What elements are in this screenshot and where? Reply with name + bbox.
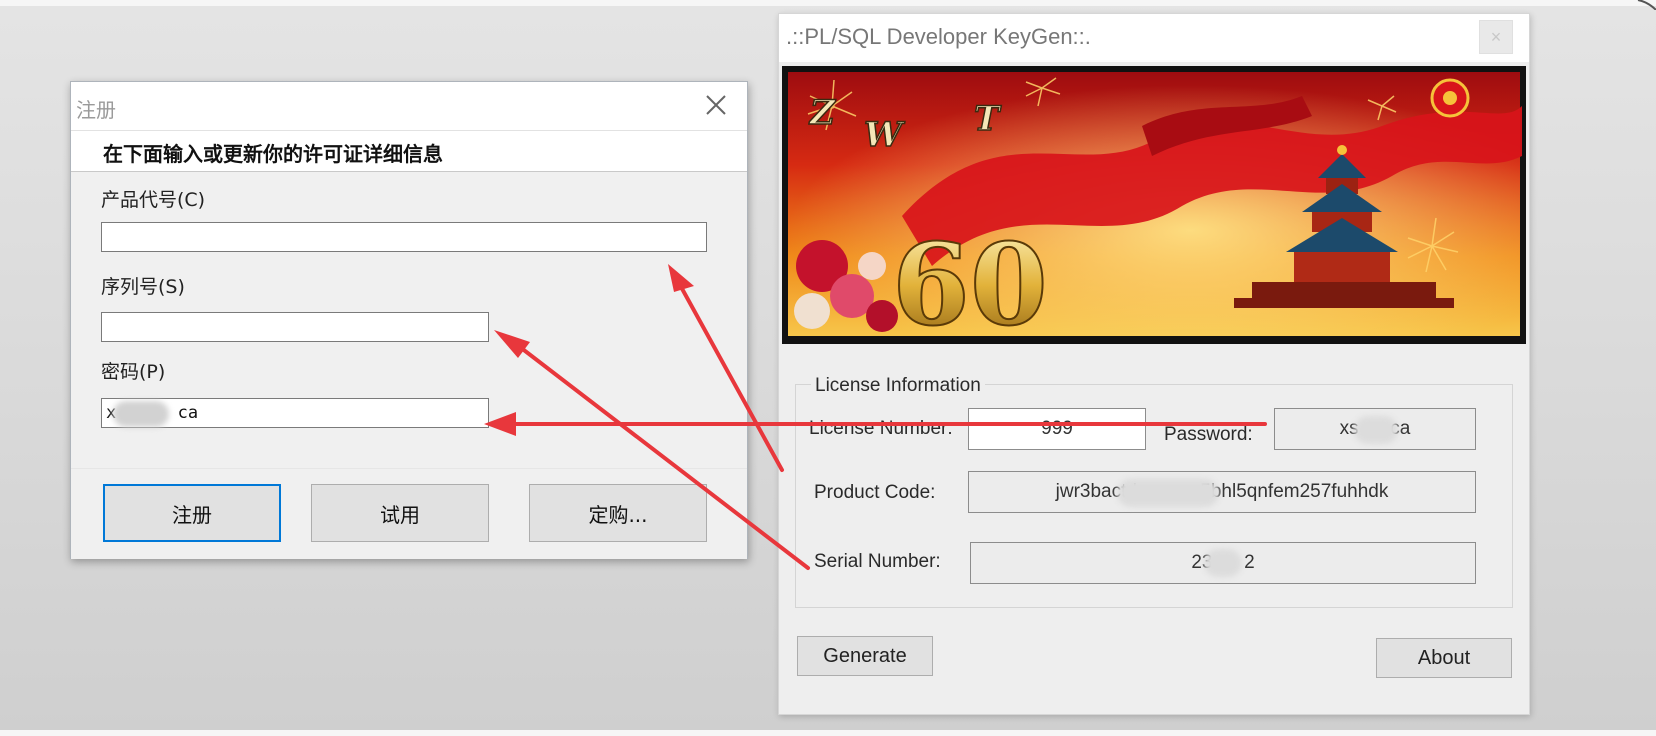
serial-number-redaction xyxy=(1204,549,1242,577)
keygen-banner-image: 60 Z W T xyxy=(782,66,1526,344)
password-label: 密码(P) xyxy=(101,361,166,383)
register-header: 在下面输入或更新你的许可证详细信息 xyxy=(71,130,747,172)
trial-button[interactable]: 试用 xyxy=(311,484,489,542)
keygen-close-icon[interactable]: × xyxy=(1479,20,1513,54)
register-dialog: 注册 在下面输入或更新你的许可证详细信息 产品代号(C) 序列号(S) 密码(P… xyxy=(70,81,748,559)
corner-mark xyxy=(1637,0,1656,10)
register-header-text: 在下面输入或更新你的许可证详细信息 xyxy=(103,142,443,166)
license-information-legend: License Information xyxy=(811,375,985,397)
password-label: Password: xyxy=(1164,424,1253,445)
product-code-redaction xyxy=(1117,479,1219,507)
register-title: 注册 xyxy=(76,98,116,122)
banner-number: 60 xyxy=(892,220,1048,344)
product-code-label: Product Code: xyxy=(814,482,936,503)
banner-letter-t: T xyxy=(974,99,1002,139)
close-icon[interactable] xyxy=(703,92,729,118)
serial-number-label: 序列号(S) xyxy=(101,276,185,298)
buy-button[interactable]: 定购... xyxy=(529,484,707,542)
register-button[interactable]: 注册 xyxy=(103,484,281,542)
serial-number-label: Serial Number: xyxy=(814,551,941,572)
license-number-label: License Number: xyxy=(809,418,953,439)
register-titlebar: 注册 xyxy=(71,82,747,130)
keygen-title: .::PL/SQL Developer KeyGen::. xyxy=(786,24,1091,49)
keygen-window: .::PL/SQL Developer KeyGen::. × 60 Z W T… xyxy=(778,13,1530,715)
generate-button[interactable]: Generate xyxy=(797,636,933,676)
product-code-label: 产品代号(C) xyxy=(101,189,206,211)
product-code-input[interactable] xyxy=(101,222,707,252)
about-button[interactable]: About xyxy=(1376,638,1512,678)
keygen-titlebar: .::PL/SQL Developer KeyGen::. × xyxy=(779,14,1529,62)
product-code-output[interactable] xyxy=(968,471,1476,513)
banner-letter-w: W xyxy=(864,115,905,155)
banner-letter-z: Z xyxy=(808,93,836,133)
license-number-input[interactable] xyxy=(968,408,1146,450)
password-redaction xyxy=(113,401,169,427)
serial-number-input[interactable] xyxy=(101,312,489,342)
password-output-redaction xyxy=(1354,416,1398,444)
